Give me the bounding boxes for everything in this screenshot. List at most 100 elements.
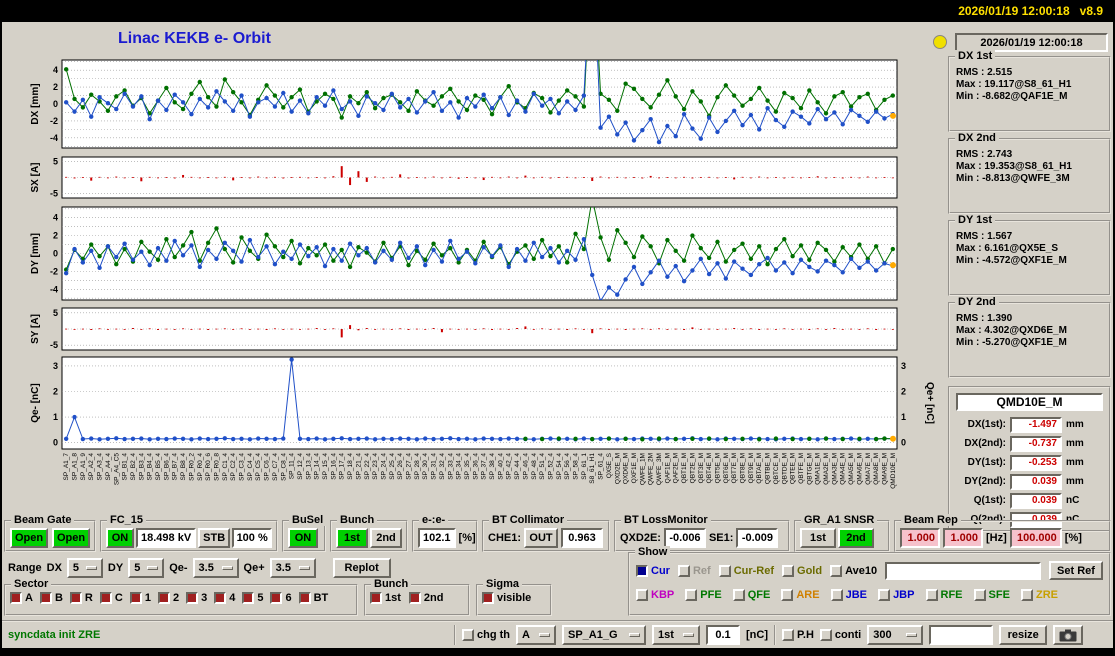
show-qfe-checkbox[interactable] <box>733 589 745 601</box>
bunch-2nd-button[interactable]: 2nd <box>370 528 402 548</box>
beam-rep-label: Beam Rep <box>901 514 961 526</box>
chg-th-checkbox[interactable] <box>462 629 474 641</box>
bt-lossmonitor-se1-value: -0.009 <box>736 528 778 548</box>
device-select[interactable]: SP_A1_G <box>562 625 646 645</box>
svg-text:SP_48_4: SP_48_4 <box>531 453 538 480</box>
svg-text:2: 2 <box>53 82 58 92</box>
gr-a1-1st-button[interactable]: 1st <box>800 528 836 548</box>
snapshot-button[interactable] <box>1053 625 1083 645</box>
show-cur-ref-checkbox[interactable] <box>719 565 731 577</box>
option-menu-dash-icon <box>222 566 233 570</box>
ref-name-input[interactable] <box>885 562 1041 580</box>
show-ave10-checkbox[interactable] <box>830 565 842 577</box>
show-jbe-checkbox[interactable] <box>831 589 843 601</box>
separator <box>774 625 776 645</box>
qmd-dx2-value: -0.737 <box>1010 436 1062 452</box>
fc15-group: FC_15 ON 18.498 kV STB 100 % <box>100 520 278 552</box>
bunch-select[interactable]: 1st <box>652 625 700 645</box>
show-jbp-checkbox[interactable] <box>878 589 890 601</box>
dx-2nd-min: Min : -8.813@QWFE_3M <box>956 173 1109 184</box>
set-ref-button[interactable]: Set Ref <box>1049 561 1103 580</box>
range-dy-select[interactable]: 5 <box>128 558 164 578</box>
sigma-visible-checkbox[interactable] <box>482 592 494 604</box>
beam-rep-group: Beam Rep 1.000 1.000 [Hz] 100.000 [%] <box>894 520 1111 552</box>
beam-gate-open-2-button[interactable]: Open <box>52 528 90 548</box>
range-label: Range <box>8 562 42 574</box>
show-pfe-checkbox[interactable] <box>685 589 697 601</box>
svg-text:QWFE_1M: QWFE_1M <box>639 453 646 485</box>
sector-b-checkbox[interactable] <box>40 592 52 604</box>
sector-r-checkbox[interactable] <box>70 592 82 604</box>
show-sfe-checkbox[interactable] <box>974 589 986 601</box>
svg-text:0: 0 <box>901 438 906 448</box>
bunch-1st-checkbox[interactable] <box>370 592 382 604</box>
conti-checkbox[interactable] <box>820 629 832 641</box>
ee-ratio-value: 102.1 <box>418 528 456 548</box>
application-window: 2026/01/19 12:00:18 v8.9 Linac KEKB e- O… <box>0 0 1115 656</box>
sector-1-checkbox[interactable] <box>130 592 142 604</box>
range-qe-plus-select[interactable]: 3.5 <box>270 558 316 578</box>
svg-text:SP_A4_4: SP_A4_4 <box>105 453 112 481</box>
svg-text:5: 5 <box>53 157 58 167</box>
svg-text:2: 2 <box>901 387 906 397</box>
show-are-checkbox[interactable] <box>781 589 793 601</box>
bunch-1st-button[interactable]: 1st <box>336 528 368 548</box>
fc15-percent-value: 100 % <box>232 528 272 548</box>
qmd-dy1-label: DY(1st): <box>954 457 1006 468</box>
fc15-stb-button[interactable]: STB <box>198 528 230 548</box>
gr-a1-2nd-button[interactable]: 2nd <box>838 528 874 548</box>
bunch-select-group: Bunch 1st 2nd <box>364 584 470 616</box>
show-rfe-checkbox[interactable] <box>926 589 938 601</box>
svg-text:SP_18_4: SP_18_4 <box>347 453 354 480</box>
show-are-label: ARE <box>796 589 819 601</box>
titlebar-clock: 2026/01/19 12:00:18 v8.9 <box>958 4 1103 18</box>
threshold-input[interactable]: 0.1 <box>706 625 740 645</box>
svg-text:SP_C4_4: SP_C4_4 <box>247 453 254 481</box>
bt-collimator-out-button[interactable]: OUT <box>524 528 558 548</box>
sector-bt-checkbox[interactable] <box>299 592 311 604</box>
show-jbe-label: JBE <box>846 589 867 601</box>
count-select[interactable]: 300 <box>867 625 923 645</box>
show-ref-checkbox[interactable] <box>678 565 690 577</box>
show-gold-checkbox[interactable] <box>782 565 794 577</box>
sector-4-checkbox[interactable] <box>214 592 226 604</box>
sector-c-checkbox[interactable] <box>100 592 112 604</box>
fc15-on-button[interactable]: ON <box>106 528 134 548</box>
svg-text:5: 5 <box>53 308 58 318</box>
svg-text:SP_A1_7: SP_A1_7 <box>63 453 70 481</box>
bt-lossmonitor-qxd2e-label: QXD2E: <box>620 532 661 544</box>
sector-b-label: B <box>55 592 63 604</box>
separator <box>454 625 456 645</box>
svg-text:SP_C5_4: SP_C5_4 <box>255 453 262 481</box>
show-zre-checkbox[interactable] <box>1021 589 1033 601</box>
sector-a-checkbox[interactable] <box>10 592 22 604</box>
svg-text:SP_46_4: SP_46_4 <box>522 453 529 480</box>
svg-text:QBT6E_M: QBT6E_M <box>723 453 730 483</box>
svg-text:SP_23_4: SP_23_4 <box>372 453 379 480</box>
sector-3-checkbox[interactable] <box>186 592 198 604</box>
busel-on-button[interactable]: ON <box>288 528 318 548</box>
ph-checkbox[interactable] <box>782 629 794 641</box>
qmd-q1-unit: nC <box>1066 495 1079 506</box>
svg-text:2: 2 <box>53 387 58 397</box>
svg-text:SP_15_4: SP_15_4 <box>322 453 329 480</box>
show-cur-checkbox[interactable] <box>636 565 648 577</box>
bunch-2nd-checkbox[interactable] <box>409 592 421 604</box>
sector-select[interactable]: A <box>516 625 556 645</box>
dx-2nd-stats-group: DX 2nd RMS : 2.743 Max : 19.353@S8_61_H1… <box>948 138 1111 214</box>
sector-2-checkbox[interactable] <box>158 592 170 604</box>
sector-6-checkbox[interactable] <box>270 592 282 604</box>
show-kbp-checkbox[interactable] <box>636 589 648 601</box>
svg-text:2: 2 <box>53 231 58 241</box>
resize-button[interactable]: resize <box>999 625 1047 645</box>
beam-gate-open-1-button[interactable]: Open <box>10 528 48 548</box>
range-qe-minus-select[interactable]: 3.5 <box>193 558 239 578</box>
extra-input[interactable] <box>929 625 993 645</box>
chg-th-label: chg th <box>477 629 510 641</box>
sector-5-checkbox[interactable] <box>242 592 254 604</box>
replot-button[interactable]: Replot <box>333 558 391 578</box>
svg-text:S8_61_H1: S8_61_H1 <box>589 453 596 484</box>
range-dx-select[interactable]: 5 <box>67 558 103 578</box>
svg-text:SP_R0_8: SP_R0_8 <box>213 453 220 481</box>
svg-text:QMD10E_M: QMD10E_M <box>890 453 897 489</box>
